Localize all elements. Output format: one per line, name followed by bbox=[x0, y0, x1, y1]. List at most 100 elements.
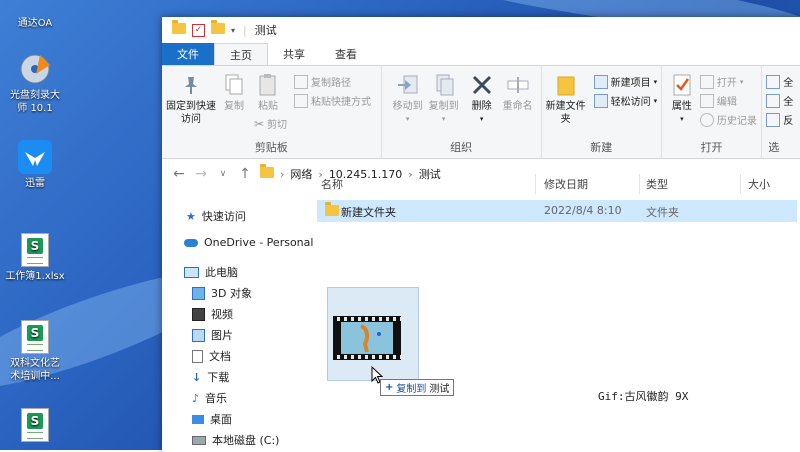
explorer-content: ★ 快速访问 OneDrive - Personal 此电脑 3D 对象 视频 bbox=[162, 167, 800, 452]
tab-file[interactable]: 文件 bbox=[162, 43, 214, 65]
easy-access-icon bbox=[593, 93, 608, 108]
explorer-window: ✓ ▾ | 测试 文件 主页 共享 查看 固定到快速访问 复制 粘贴 复制路径 … bbox=[162, 17, 800, 452]
new-item-button[interactable]: 新建项目 ▾ bbox=[593, 74, 658, 89]
select-group-label: 选 bbox=[768, 141, 780, 154]
file-type: 文件夹 bbox=[646, 206, 679, 219]
properties-button[interactable]: 属性 ▾ bbox=[662, 72, 702, 126]
new-item-icon bbox=[593, 74, 608, 89]
column-header-size[interactable]: 大小 bbox=[748, 176, 770, 192]
nav-documents[interactable]: 文档 bbox=[192, 348, 231, 364]
edit-button[interactable]: 编辑 bbox=[699, 93, 737, 108]
nav-this-pc[interactable]: 此电脑 bbox=[184, 264, 238, 280]
desktop-icon-workbook[interactable]: 工作簿1.xlsx bbox=[0, 233, 70, 283]
desktop-icon-label: 迅雷 bbox=[25, 178, 45, 189]
title-bar: ✓ ▾ | 测试 bbox=[162, 17, 800, 43]
easy-access-button[interactable]: 轻松访问 ▾ bbox=[593, 93, 657, 108]
invert-selection-icon bbox=[766, 112, 781, 127]
desktop-icon-training-file[interactable]: 双科文化艺术培训中... bbox=[0, 320, 70, 383]
window-title: 测试 bbox=[254, 24, 277, 37]
quick-access-toolbar: ✓ ▾ bbox=[172, 20, 235, 37]
open-group-label: 打开 bbox=[700, 141, 723, 154]
desktop-icon-label: 通达OA bbox=[17, 18, 53, 29]
thunder-bird-icon bbox=[18, 140, 52, 174]
pin-quick-access-button[interactable]: 固定到快速访问 bbox=[166, 72, 216, 126]
cube-icon bbox=[192, 286, 205, 300]
paste-shortcut-button[interactable]: 粘贴快捷方式 bbox=[294, 93, 371, 108]
select-none-icon bbox=[766, 93, 781, 108]
ribbon-tabs: 文件 主页 共享 查看 bbox=[162, 43, 800, 65]
table-row[interactable]: 新建文件夹 2022/8/4 8:10 文件夹 bbox=[317, 200, 797, 222]
nav-3d-objects[interactable]: 3D 对象 bbox=[192, 285, 252, 301]
clipboard-group-label: 剪贴板 bbox=[254, 141, 288, 154]
video-icon bbox=[192, 307, 205, 321]
nav-music[interactable]: ♪ 音乐 bbox=[192, 390, 227, 406]
chevron-down-icon: ▾ bbox=[739, 77, 744, 86]
copy-icon bbox=[221, 72, 247, 98]
document-icon bbox=[192, 349, 203, 363]
column-header-name[interactable]: 名称 bbox=[321, 176, 343, 192]
nav-local-disk[interactable]: 本地磁盘 (C:) bbox=[192, 432, 279, 448]
watermark-text: Gif:古风徽韵 9X bbox=[598, 390, 689, 403]
desktop-icon-thunder[interactable]: 迅雷 bbox=[0, 140, 70, 190]
copy-path-button[interactable]: 复制路径 bbox=[294, 74, 351, 89]
spreadsheet-icon bbox=[18, 408, 52, 442]
spreadsheet-icon bbox=[18, 320, 52, 354]
tab-share[interactable]: 共享 bbox=[268, 43, 320, 65]
tab-home[interactable]: 主页 bbox=[214, 43, 268, 65]
paste-icon bbox=[255, 72, 281, 98]
tooltip-action: 复制到 bbox=[396, 384, 427, 395]
column-header-date[interactable]: 修改日期 bbox=[544, 176, 588, 192]
edit-icon bbox=[699, 93, 714, 108]
invert-selection-button[interactable]: 反 bbox=[766, 112, 793, 127]
chevron-down-icon: ▾ bbox=[653, 77, 658, 86]
nav-downloads[interactable]: ↓ 下载 bbox=[192, 369, 229, 385]
new-folder-button[interactable]: 新建文件夹 bbox=[546, 72, 586, 126]
nav-desktop[interactable]: 桌面 bbox=[192, 411, 232, 427]
folder-small-icon[interactable] bbox=[172, 20, 186, 37]
nav-quick-access[interactable]: ★ 快速访问 bbox=[186, 208, 246, 224]
open-button[interactable]: 打开 ▾ bbox=[699, 74, 744, 89]
plus-icon: + bbox=[385, 382, 394, 393]
copy-path-icon bbox=[294, 74, 308, 89]
sort-chevron-icon: ︿ bbox=[423, 167, 431, 176]
chevron-down-icon[interactable]: ▾ bbox=[231, 26, 235, 35]
history-icon bbox=[699, 112, 714, 127]
nav-videos[interactable]: 视频 bbox=[192, 306, 233, 322]
scissors-icon: ✂ bbox=[254, 116, 265, 131]
star-icon: ★ bbox=[186, 209, 196, 223]
desktop-icon bbox=[192, 414, 204, 424]
new-group: 新建文件夹 新建项目 ▾ 轻松访问 ▾ 新建 bbox=[542, 66, 662, 158]
tooltip-target: 测试 bbox=[429, 384, 450, 395]
nav-onedrive[interactable]: OneDrive - Personal bbox=[184, 236, 313, 249]
paste-shortcut-icon bbox=[294, 93, 308, 108]
desktop-icon-spreadsheet[interactable] bbox=[0, 408, 70, 445]
picture-icon bbox=[192, 328, 205, 342]
select-all-button[interactable]: 全 bbox=[766, 74, 793, 89]
nav-pictures[interactable]: 图片 bbox=[192, 327, 233, 343]
column-header-type[interactable]: 类型 bbox=[646, 176, 668, 192]
copy-to-icon bbox=[431, 72, 457, 98]
ribbon: 固定到快速访问 复制 粘贴 复制路径 粘贴快捷方式 ✂ 剪切 剪贴板 移动到 ▾… bbox=[162, 65, 800, 159]
delete-x-icon bbox=[469, 72, 495, 98]
tab-view[interactable]: 查看 bbox=[320, 43, 372, 65]
chevron-down-icon: ▾ bbox=[680, 115, 684, 123]
properties-check-icon[interactable]: ✓ bbox=[192, 23, 205, 37]
file-date: 2022/8/4 8:10 bbox=[544, 204, 622, 217]
history-button[interactable]: 历史记录 bbox=[699, 112, 757, 127]
pin-icon bbox=[178, 72, 204, 98]
rename-button[interactable]: 重命名 bbox=[496, 72, 540, 113]
new-folder-small-icon[interactable] bbox=[211, 20, 225, 37]
desktop-icon-oa[interactable]: 通达OA bbox=[0, 2, 70, 30]
paste-button[interactable]: 粘贴 bbox=[246, 72, 290, 113]
rename-icon bbox=[505, 72, 531, 98]
spreadsheet-icon bbox=[18, 233, 52, 267]
select-all-icon bbox=[766, 74, 781, 89]
desktop-icon-disc-burner[interactable]: 光盘刻录大师 10.1 bbox=[0, 52, 70, 115]
new-folder-icon bbox=[553, 72, 579, 98]
download-arrow-icon: ↓ bbox=[192, 370, 202, 384]
cut-button[interactable]: ✂ 剪切 bbox=[254, 116, 287, 132]
select-none-button[interactable]: 全 bbox=[766, 93, 793, 108]
open-group: 属性 ▾ 打开 ▾ 编辑 历史记录 打开 bbox=[662, 66, 763, 158]
move-to-icon bbox=[395, 72, 421, 98]
clipboard-group: 固定到快速访问 复制 粘贴 复制路径 粘贴快捷方式 ✂ 剪切 剪贴板 bbox=[162, 66, 382, 158]
